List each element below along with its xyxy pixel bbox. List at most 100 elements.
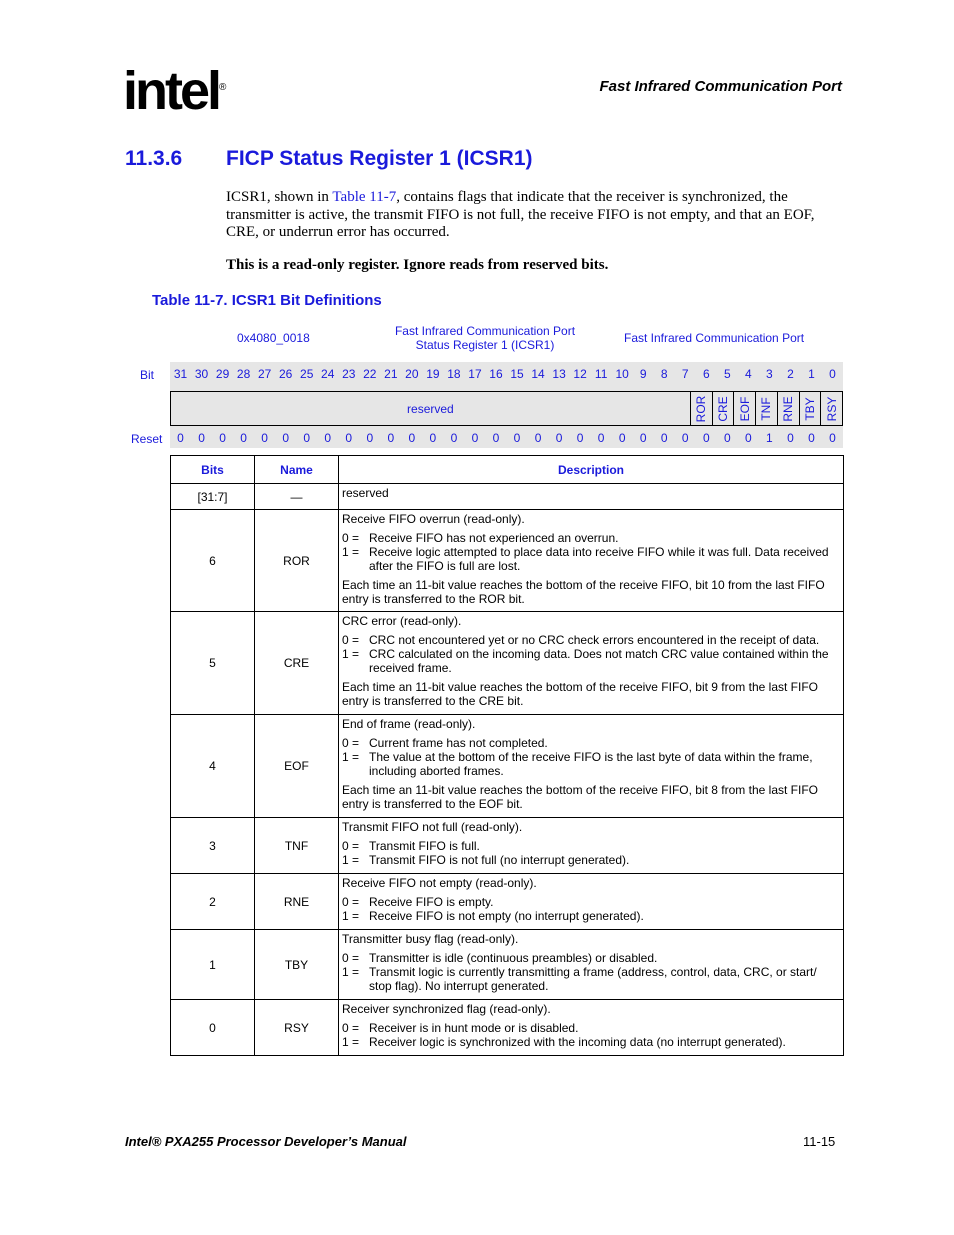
cell-description: reserved bbox=[338, 483, 844, 510]
cell-description: End of frame (read-only). 0 = Current fram… bbox=[338, 714, 844, 818]
cell-bits: [31:7] bbox=[170, 483, 255, 510]
value-key: 1 = bbox=[342, 750, 360, 764]
reset-value: 0 bbox=[808, 431, 815, 445]
value-definition: 0 = Transmit FIFO is full. bbox=[342, 839, 840, 853]
cell-name: RSY bbox=[254, 999, 339, 1056]
description-note: Each time an 11-bit value reaches the bo… bbox=[342, 578, 825, 606]
bit-number: 13 bbox=[552, 367, 566, 381]
value-text: Receive logic attempted to place data in… bbox=[369, 545, 829, 573]
bit-number: 19 bbox=[426, 367, 440, 381]
field-label: EOF bbox=[737, 396, 752, 421]
cell-description: Transmit FIFO not full (read-only). 0 = Tr… bbox=[338, 817, 844, 874]
section-title: FICP Status Register 1 (ICSR1) bbox=[226, 147, 533, 170]
field-eof: EOF bbox=[733, 392, 755, 425]
description-title: Receive FIFO not empty (read-only). bbox=[342, 876, 537, 890]
bit-number: 11 bbox=[594, 367, 608, 381]
reset-value: 0 bbox=[471, 431, 479, 445]
reset-value: 0 bbox=[366, 431, 374, 445]
value-key: 1 = bbox=[342, 965, 360, 979]
bit-number: 17 bbox=[468, 367, 482, 381]
reset-value: 0 bbox=[787, 431, 794, 445]
value-definition: 0 = Receive FIFO is empty. bbox=[342, 895, 840, 909]
bit-number: 29 bbox=[215, 367, 230, 381]
bit-number: 5 bbox=[723, 367, 731, 381]
bit-number: 27 bbox=[257, 367, 272, 381]
cell-description: Transmitter busy flag (read-only). 0 = Tra… bbox=[338, 929, 844, 1000]
reset-value: 0 bbox=[618, 431, 626, 445]
value-definition: 1 = Transmit FIFO is not full (no interru… bbox=[342, 853, 840, 867]
value-text: Receive FIFO has not experienced an over… bbox=[369, 531, 619, 545]
value-key: 0 = bbox=[342, 736, 360, 750]
reset-value: 0 bbox=[303, 431, 311, 445]
document-page: intel® Fast Infrared Communication Port … bbox=[0, 0, 954, 1235]
reset-value: 0 bbox=[240, 431, 247, 445]
field-reserved: reserved bbox=[407, 401, 454, 416]
field-rne: RNE bbox=[776, 392, 799, 425]
value-definition: 1 = Receive logic attempted to place data… bbox=[342, 545, 840, 573]
cell-description: Receive FIFO overrun (read-only). 0 = Rece… bbox=[338, 509, 844, 612]
cell-name: CRE bbox=[254, 611, 339, 715]
description-title: End of frame (read-only). bbox=[342, 717, 476, 731]
section-number: 11.3.6 bbox=[125, 147, 183, 170]
bit-number: 1 bbox=[808, 367, 815, 381]
reset-value: 0 bbox=[681, 431, 689, 445]
register-diagram: 31 30 29 28 27 26 25 24 23 22 21 20 19 18 17 16 15 14 13 12… bbox=[170, 362, 843, 448]
description-note: Each time an 11-bit value reaches the bo… bbox=[342, 680, 818, 708]
value-key: 1 = bbox=[342, 853, 360, 867]
value-key: 0 = bbox=[342, 951, 360, 965]
bit-number: 16 bbox=[489, 367, 503, 381]
table-link[interactable]: Table 11-7 bbox=[332, 189, 396, 205]
value-key: 0 = bbox=[342, 633, 360, 647]
bit-number: 6 bbox=[702, 367, 710, 381]
reset-value: 0 bbox=[324, 431, 332, 445]
bit-number: 12 bbox=[573, 367, 587, 381]
bit-number: 26 bbox=[278, 367, 293, 381]
value-text: Receive FIFO is empty. bbox=[369, 895, 494, 909]
bit-number: 31 bbox=[173, 367, 188, 381]
value-definition: 1 = Receive FIFO is not empty (no interru… bbox=[342, 909, 840, 923]
table-row: 0 RSY Receiver synchronized flag (read-onl… bbox=[170, 999, 844, 1056]
reset-values: 00000000000000000000000000001000 bbox=[170, 431, 843, 445]
cell-bits: 4 bbox=[170, 714, 255, 818]
value-key: 1 = bbox=[342, 545, 360, 559]
bit-number: 22 bbox=[363, 367, 377, 381]
reset-value: 0 bbox=[345, 431, 353, 445]
bit-number: 23 bbox=[342, 367, 356, 381]
cell-name: TNF bbox=[254, 817, 339, 874]
value-key: 0 = bbox=[342, 895, 360, 909]
reset-value: 0 bbox=[513, 431, 521, 445]
cell-bits: 3 bbox=[170, 817, 255, 874]
note: This is a read-only register. Ignore rea… bbox=[226, 257, 609, 273]
bit-number: 21 bbox=[384, 367, 398, 381]
cell-description: Receive FIFO not empty (read-only). 0 = Re… bbox=[338, 873, 844, 930]
field-label: CRE bbox=[715, 395, 730, 422]
value-key: 1 = bbox=[342, 647, 360, 661]
description-title: Transmitter busy flag (read-only). bbox=[342, 932, 519, 946]
value-text: Transmit logic is currently transmitting… bbox=[369, 965, 817, 993]
bit-number: 7 bbox=[681, 367, 689, 381]
register-name-line1: Fast Infrared Communication Port bbox=[394, 324, 576, 338]
description-title: Receive FIFO overrun (read-only). bbox=[342, 512, 525, 526]
field-cre: CRE bbox=[711, 392, 734, 425]
bit-number: 14 bbox=[531, 367, 545, 381]
field-tby: TBY bbox=[798, 392, 821, 425]
bit-number: 28 bbox=[236, 367, 251, 381]
value-text: CRC calculated on the incoming data. Doe… bbox=[369, 647, 829, 675]
bit-number: 8 bbox=[660, 367, 668, 381]
bit-number: 24 bbox=[321, 367, 335, 381]
col-header-bits: Bits bbox=[170, 455, 255, 484]
reset-value: 0 bbox=[639, 431, 647, 445]
table-row: 5 CRE CRC error (read-only). 0 = CRC not enc… bbox=[170, 611, 844, 715]
reset-label: Reset bbox=[131, 432, 163, 446]
register-address: 0x4080_0018 bbox=[237, 331, 310, 345]
table-row: 6 ROR Receive FIFO overrun (read-only). 0 =… bbox=[170, 509, 844, 612]
running-title: Fast Infrared Communication Port bbox=[599, 78, 842, 95]
bit-definitions-table: Bits Name Description [31:7] — reserved 6 RO… bbox=[170, 455, 844, 1056]
cell-name: — bbox=[254, 483, 339, 510]
value-definition: 0 = CRC not encountered yet or no CRC che… bbox=[342, 633, 840, 647]
cell-bits: 0 bbox=[170, 999, 255, 1056]
bit-number: 25 bbox=[300, 367, 314, 381]
value-definition: 0 = Current frame has not completed. bbox=[342, 736, 840, 750]
col-header-name: Name bbox=[254, 455, 339, 484]
value-key: 0 = bbox=[342, 839, 360, 853]
